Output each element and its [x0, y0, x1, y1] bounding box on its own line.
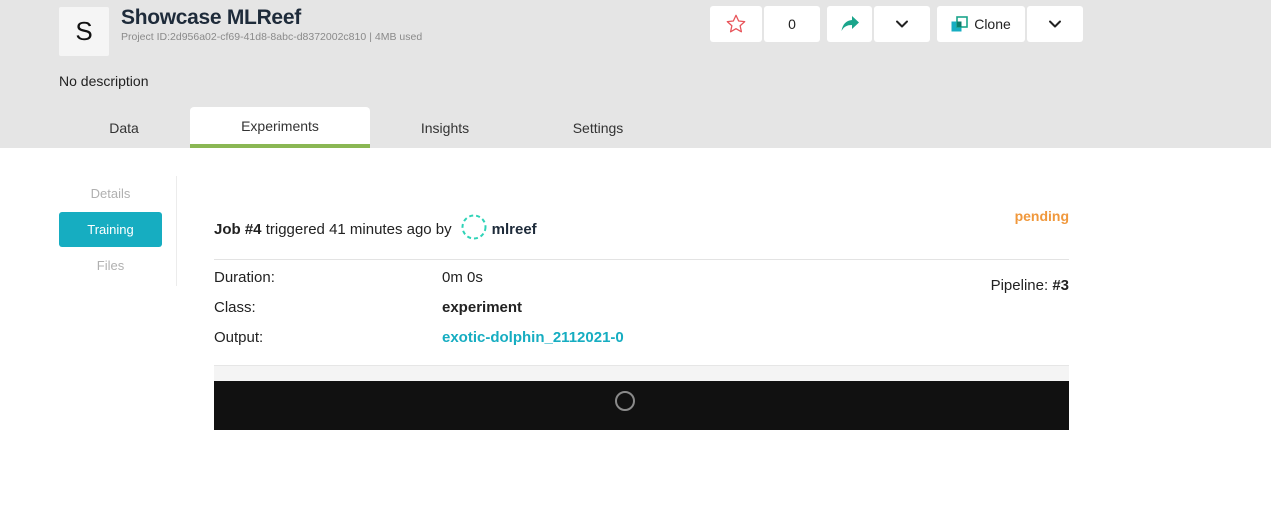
clone-squares-icon — [951, 15, 969, 33]
tab-settings-label: Settings — [572, 119, 624, 136]
storage-used: 4MB used — [374, 31, 423, 43]
project-description: No description — [59, 73, 149, 89]
experiment-sidebar: Details Training Files — [59, 176, 177, 286]
output-label: Output: — [214, 329, 264, 346]
tab-experiments-label: Experiments — [241, 117, 319, 134]
divider — [214, 259, 1069, 260]
tab-insights[interactable]: Insights — [370, 107, 520, 148]
project-title[interactable]: Showcase MLReef — [121, 6, 301, 30]
output-link[interactable]: exotic-dolphin_2112021-0 — [442, 329, 624, 346]
chevron-down-icon — [1048, 19, 1062, 29]
star-button[interactable] — [710, 6, 762, 42]
log-header — [214, 365, 1069, 381]
project-avatar: S — [59, 7, 109, 56]
pipeline-label: Pipeline: — [990, 277, 1049, 294]
clone-dropdown-button[interactable] — [1027, 6, 1083, 42]
sidebar-item-details[interactable]: Details — [59, 176, 162, 211]
avatar-letter: S — [75, 16, 93, 46]
tab-data-label: Data — [109, 119, 139, 136]
loading-spinner-icon — [615, 391, 635, 411]
status-badge: pending — [1014, 208, 1069, 224]
project-meta: Project ID:2d956a02-cf69-41d8-8abc-d8372… — [121, 31, 422, 43]
job-number: Job #4 — [214, 220, 262, 238]
log-output — [214, 381, 1069, 430]
tab-experiments[interactable]: Experiments — [190, 107, 370, 148]
clone-label: Clone — [974, 16, 1011, 32]
star-outline-icon — [725, 13, 747, 35]
pipeline-link[interactable]: #3 — [1052, 277, 1069, 294]
pipeline-info: Pipeline: #3 — [991, 277, 1069, 294]
project-header: S Showcase MLReef Project ID:2d956a02-cf… — [0, 0, 1271, 148]
user-avatar-icon — [461, 214, 487, 244]
job-summary: Job #4 triggered 41 minutes ago by mlree… — [214, 214, 537, 244]
job-user[interactable]: mlreef — [492, 221, 537, 238]
chevron-down-icon — [895, 19, 909, 29]
share-dropdown-button[interactable] — [874, 6, 930, 42]
share-button[interactable] — [827, 6, 872, 42]
tab-data[interactable]: Data — [59, 107, 189, 148]
sidebar-item-training[interactable]: Training — [59, 212, 162, 247]
share-arrow-icon — [840, 15, 860, 33]
duration-value: 0m 0s — [442, 269, 483, 286]
class-value: experiment — [442, 299, 523, 316]
project-id: Project ID:2d956a02-cf69-41d8-8abc-d8372… — [121, 31, 367, 43]
tab-insights-label: Insights — [420, 119, 470, 136]
sidebar-item-files[interactable]: Files — [59, 248, 162, 283]
star-count: 0 — [764, 6, 820, 42]
job-triggered-text: triggered 41 minutes ago by — [261, 220, 452, 238]
class-label: Class: — [214, 299, 256, 316]
meta-separator: | — [369, 31, 372, 43]
tab-settings[interactable]: Settings — [520, 107, 676, 148]
duration-label: Duration: — [214, 269, 275, 286]
clone-button[interactable]: Clone — [937, 6, 1025, 42]
